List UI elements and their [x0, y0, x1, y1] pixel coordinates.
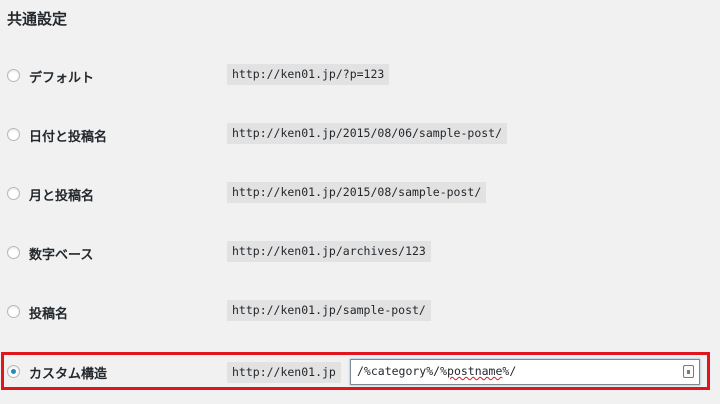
custom-structure-input[interactable]: /%category%/%postname%/ — [350, 359, 700, 385]
permalink-option-default[interactable]: デフォルト http://ken01.jp/?p=123 — [0, 62, 720, 92]
post-name-label[interactable]: 投稿名 — [29, 303, 68, 322]
custom-label[interactable]: カスタム構造 — [29, 363, 107, 382]
custom-radio[interactable] — [7, 365, 20, 378]
post-name-example-url: http://ken01.jp/sample-post/ — [227, 300, 431, 321]
keeper-lock-icon[interactable] — [683, 365, 694, 378]
numeric-example-url: http://ken01.jp/archives/123 — [227, 241, 431, 262]
section-title: 共通設定 — [7, 10, 68, 28]
month-and-name-label[interactable]: 月と投稿名 — [29, 185, 94, 204]
numeric-radio[interactable] — [7, 246, 20, 259]
default-label[interactable]: デフォルト — [29, 67, 94, 86]
date-and-name-radio[interactable] — [7, 128, 20, 141]
date-and-name-example-url: http://ken01.jp/2015/08/06/sample-post/ — [227, 123, 508, 144]
custom-structure-value: /%category%/%postname%/ — [357, 364, 517, 378]
default-radio[interactable] — [7, 69, 20, 82]
date-and-name-label[interactable]: 日付と投稿名 — [29, 126, 107, 145]
post-name-radio[interactable] — [7, 305, 20, 318]
permalink-option-month-and-name[interactable]: 月と投稿名 http://ken01.jp/2015/08/sample-pos… — [0, 180, 720, 210]
permalink-option-date-and-name[interactable]: 日付と投稿名 http://ken01.jp/2015/08/06/sample… — [0, 121, 720, 151]
month-and-name-example-url: http://ken01.jp/2015/08/sample-post/ — [227, 182, 487, 203]
permalink-option-post-name[interactable]: 投稿名 http://ken01.jp/sample-post/ — [0, 298, 720, 328]
permalink-option-numeric[interactable]: 数字ベース http://ken01.jp/archives/123 — [0, 239, 720, 269]
default-example-url: http://ken01.jp/?p=123 — [227, 64, 390, 85]
custom-base-url: http://ken01.jp — [227, 362, 341, 383]
numeric-label[interactable]: 数字ベース — [29, 244, 93, 263]
month-and-name-radio[interactable] — [7, 187, 20, 200]
